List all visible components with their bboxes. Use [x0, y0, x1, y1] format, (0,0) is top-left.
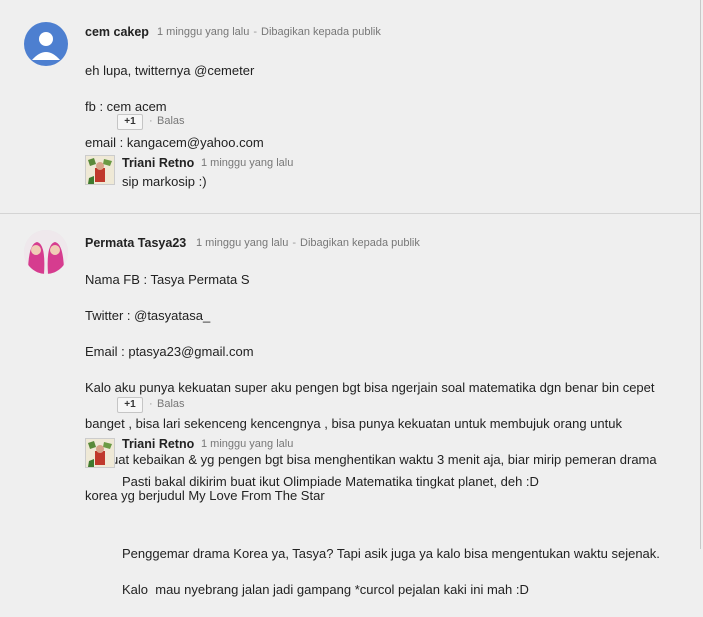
meta-separator: - [292, 237, 297, 249]
avatar[interactable] [24, 230, 68, 274]
scroll-edge-line [700, 0, 701, 549]
comment-line: fb : cem acem [85, 99, 167, 114]
reply-line: Penggemar drama Korea ya, Tasya? Tapi as… [122, 546, 660, 561]
comment-author[interactable]: Permata Tasya23 [85, 236, 186, 250]
reply-separator: · [149, 398, 153, 410]
default-person-icon [32, 32, 60, 60]
reply-body: sip markosip :) [122, 174, 207, 189]
comment-line: Nama FB : Tasya Permata S [85, 272, 250, 287]
profile-photo-icon [86, 156, 114, 184]
comment-cem-cakep: cem cakep 1 minggu yang lalu - Dibagikan k… [0, 0, 700, 213]
reply-line: Pasti bakal dikirim buat ikut Olimpiade … [122, 474, 539, 489]
reply-link[interactable]: Balas [157, 398, 185, 410]
comment-line: email : kangacem@yahoo.com [85, 135, 264, 150]
comment-visibility: Dibagikan kepada publik [300, 237, 420, 249]
reply-body: Pasti bakal dikirim buat ikut Olimpiade … [122, 455, 697, 617]
reply-author[interactable]: Triani Retno [122, 437, 194, 451]
profile-photo-icon [24, 230, 68, 274]
reply-time[interactable]: 1 minggu yang lalu [201, 157, 293, 169]
comment-author[interactable]: cem cakep [85, 25, 149, 39]
comment-meta: 1 minggu yang lalu - Dibagikan kepada publ… [196, 237, 420, 249]
profile-photo-icon [86, 439, 114, 467]
reply-avatar[interactable] [85, 438, 115, 468]
reply-author[interactable]: Triani Retno [122, 156, 194, 170]
comment-line: banget , bisa lari sekenceng kencengnya … [85, 416, 622, 431]
comment-line: Email : ptasya23@gmail.com [85, 344, 254, 359]
reply-time[interactable]: 1 minggu yang lalu [201, 438, 293, 450]
comment-time[interactable]: 1 minggu yang lalu [196, 237, 288, 249]
plus-one-button[interactable]: +1 [117, 397, 143, 413]
comment-line: Twitter : @tasyatasa_ [85, 308, 211, 323]
reply-line: Kalo mau nyebrang jalan jadi gampang *cu… [122, 582, 529, 597]
comment-line: eh lupa, twitternya @cemeter [85, 63, 255, 78]
reply-separator: · [149, 115, 153, 127]
plus-one-button[interactable]: +1 [117, 114, 143, 130]
comment-visibility: Dibagikan kepada publik [261, 26, 381, 38]
comment-permata-tasya23: Permata Tasya23 1 minggu yang lalu - Dibag… [0, 214, 700, 597]
comment-line: Kalo aku punya kekuatan super aku pengen… [85, 380, 655, 395]
reply-avatar[interactable] [85, 155, 115, 185]
comment-body: eh lupa, twitternya @cemeter fb : cem ac… [85, 44, 685, 170]
avatar[interactable] [24, 22, 68, 66]
comment-meta: 1 minggu yang lalu - Dibagikan kepada publ… [157, 26, 381, 38]
reply-link[interactable]: Balas [157, 115, 185, 127]
comment-time[interactable]: 1 minggu yang lalu [157, 26, 249, 38]
meta-separator: - [253, 26, 258, 38]
